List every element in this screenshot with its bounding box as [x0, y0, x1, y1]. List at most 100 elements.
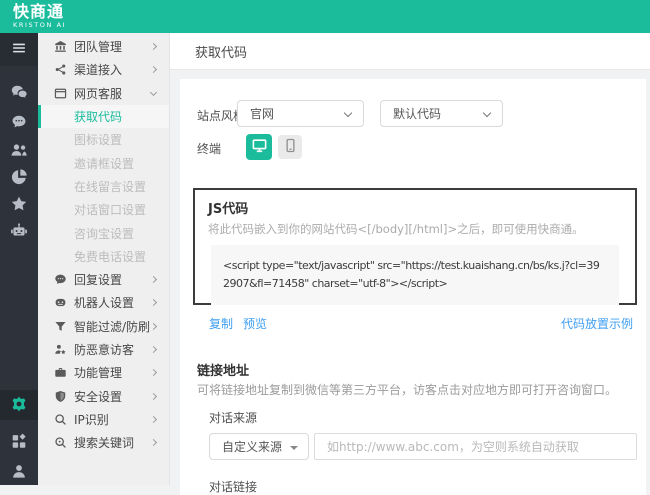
js-code-box: JS代码 将此代码嵌入到你的网站代码<[/body][/html]>之后，即可使…: [193, 188, 637, 305]
chevron-right-icon: [149, 345, 158, 354]
apps-grid-icon: [10, 432, 28, 453]
page-title: 获取代码: [195, 45, 248, 61]
chevron-right-icon: [149, 299, 158, 307]
rail-item-settings[interactable]: [0, 390, 38, 420]
sidebar-item-label: 功能管理: [74, 366, 123, 381]
chevron-right-icon: [149, 392, 158, 400]
channel-icon: [54, 63, 67, 76]
js-code-snippet[interactable]: <script type="text/javascript" src="http…: [211, 245, 619, 305]
sidebar-item-label: IP识别: [74, 412, 109, 427]
chevron-down-icon: [482, 108, 492, 118]
link-address-title: 链接地址: [197, 364, 250, 379]
brand-logo: 快商通 KRISTON AI: [13, 2, 67, 30]
rail-item-stats[interactable]: [0, 163, 38, 193]
terminal-mobile-button[interactable]: [278, 135, 302, 159]
sidebar-item-free-call[interactable]: 免费电话设置: [38, 245, 169, 268]
icon-rail: [0, 33, 38, 485]
sidebar-item-team[interactable]: 团队管理: [38, 35, 169, 58]
sidebar-item-web-service[interactable]: 网页客服: [38, 82, 169, 105]
triangle-down-icon: [290, 446, 298, 450]
sidebar-item-block-malicious[interactable]: 防恶意访客: [38, 338, 169, 361]
sidebar-item-label: 图标设置: [74, 133, 123, 148]
sidebar-item-label: 在线留言设置: [74, 179, 147, 194]
dialog-source-selected-value: 自定义来源: [222, 440, 283, 454]
js-code-title: JS代码: [208, 202, 249, 217]
sidebar-item-smart-filter[interactable]: 智能过滤/防刷: [38, 315, 169, 338]
code-placement-example-link[interactable]: 代码放置示例: [561, 315, 633, 332]
reply-bubble-icon: [54, 273, 67, 286]
sidebar-menu: 团队管理 渠道接入 网页客服 获取代码 图标设置 邀请框设置 在线留言设置 对话…: [38, 33, 170, 485]
star-icon: [10, 195, 28, 216]
sidebar-item-function-mgmt[interactable]: 功能管理: [38, 361, 169, 384]
sidebar-item-label: 获取代码: [74, 110, 123, 125]
dialog-source-select[interactable]: 自定义来源: [209, 433, 309, 460]
preview-code-link[interactable]: 预览: [243, 315, 267, 332]
rail-item-contacts[interactable]: [0, 136, 38, 166]
sidebar-item-search-keywords[interactable]: 搜索关键词: [38, 431, 169, 454]
sidebar-item-label: 回复设置: [74, 273, 123, 288]
sidebar-item-label: 团队管理: [74, 40, 123, 55]
sidebar-item-invite-box[interactable]: 邀请框设置: [38, 151, 169, 174]
rail-item-account[interactable]: [0, 457, 38, 487]
page-title-bar: 获取代码: [170, 33, 650, 70]
chevron-right-icon: [149, 322, 158, 330]
site-style-select[interactable]: 官网: [237, 100, 364, 127]
sidebar-item-label: 网页客服: [74, 86, 123, 101]
copy-code-link[interactable]: 复制: [209, 315, 233, 332]
dialog-source-url-input[interactable]: [314, 433, 637, 460]
search-magnifier-icon: [54, 436, 67, 449]
sidebar-item-label: 智能过滤/防刷: [74, 319, 151, 334]
team-icon: [54, 40, 67, 53]
hamburger-icon: [10, 39, 28, 60]
rail-item-wechat[interactable]: [0, 78, 38, 108]
wechat-icon: [10, 83, 28, 104]
sidebar-item-label: 咨询宝设置: [74, 226, 135, 241]
code-type-select[interactable]: 默认代码: [380, 100, 503, 127]
sidebar-item-consult-treasure[interactable]: 咨询宝设置: [38, 221, 169, 244]
contacts-icon: [10, 141, 28, 162]
code-line-1: <script type="text/javascript" src="http…: [223, 259, 600, 272]
sidebar-item-channel[interactable]: 渠道接入: [38, 58, 169, 81]
sidebar-item-label: 防恶意访客: [74, 343, 135, 357]
chevron-down-icon: [149, 88, 158, 96]
sidebar-item-security[interactable]: 安全设置: [38, 384, 169, 407]
sidebar-item-reply-settings[interactable]: 回复设置: [38, 268, 169, 291]
chevron-right-icon: [149, 439, 158, 447]
sidebar-item-online-message[interactable]: 在线留言设置: [38, 175, 169, 198]
next-section-partial-label: 对话链接: [209, 480, 258, 494]
rail-item-apps[interactable]: [0, 427, 38, 457]
site-style-selected-value: 官网: [250, 107, 275, 121]
sidebar-item-robot-settings[interactable]: 机器人设置: [38, 291, 169, 314]
sidebar-item-label: 搜索关键词: [74, 436, 135, 451]
briefcase-icon: [54, 366, 67, 379]
ip-magnifier-icon: [54, 413, 67, 426]
code-line-2: 2907&fl=71458" charset="utf-8"></script>: [223, 277, 448, 290]
funnel-icon: [54, 320, 67, 333]
main-content: 获取代码 站点风格 官网 默认代码 终端 JS代码 将此代码嵌入到你的网站代码<…: [170, 33, 650, 495]
terminal-pc-button[interactable]: [246, 134, 272, 160]
chat-bubble-icon: [10, 113, 28, 134]
sidebar-item-icon-settings[interactable]: 图标设置: [38, 128, 169, 151]
chevron-down-icon: [343, 108, 353, 118]
monitor-icon: [251, 137, 268, 157]
logo-subtext: KRISTON AI: [13, 21, 67, 29]
browser-window-icon: [54, 87, 67, 100]
collapse-menu-button[interactable]: [0, 33, 38, 66]
sidebar-item-label: 机器人设置: [74, 296, 135, 311]
sidebar-item-label: 邀请框设置: [74, 156, 135, 171]
settings-card: 站点风格 官网 默认代码 终端 JS代码 将此代码嵌入到你的网站代码<[/bod…: [180, 79, 646, 495]
chevron-right-icon: [149, 369, 158, 377]
gear-icon: [10, 395, 28, 416]
rail-item-chat[interactable]: [0, 108, 38, 138]
pie-chart-icon: [10, 168, 28, 189]
sidebar-item-dialog-window[interactable]: 对话窗口设置: [38, 198, 169, 221]
chevron-right-icon: [149, 43, 158, 51]
robot-head-icon: [54, 296, 67, 309]
logo-text: 快商通: [13, 2, 65, 21]
top-bar: 快商通 KRISTON AI: [0, 0, 650, 33]
rail-item-favorites[interactable]: [0, 190, 38, 220]
code-type-selected-value: 默认代码: [393, 107, 442, 121]
rail-item-robot[interactable]: [0, 217, 38, 247]
sidebar-item-get-code[interactable]: 获取代码: [38, 104, 169, 129]
sidebar-item-ip-detect[interactable]: IP识别: [38, 408, 169, 431]
